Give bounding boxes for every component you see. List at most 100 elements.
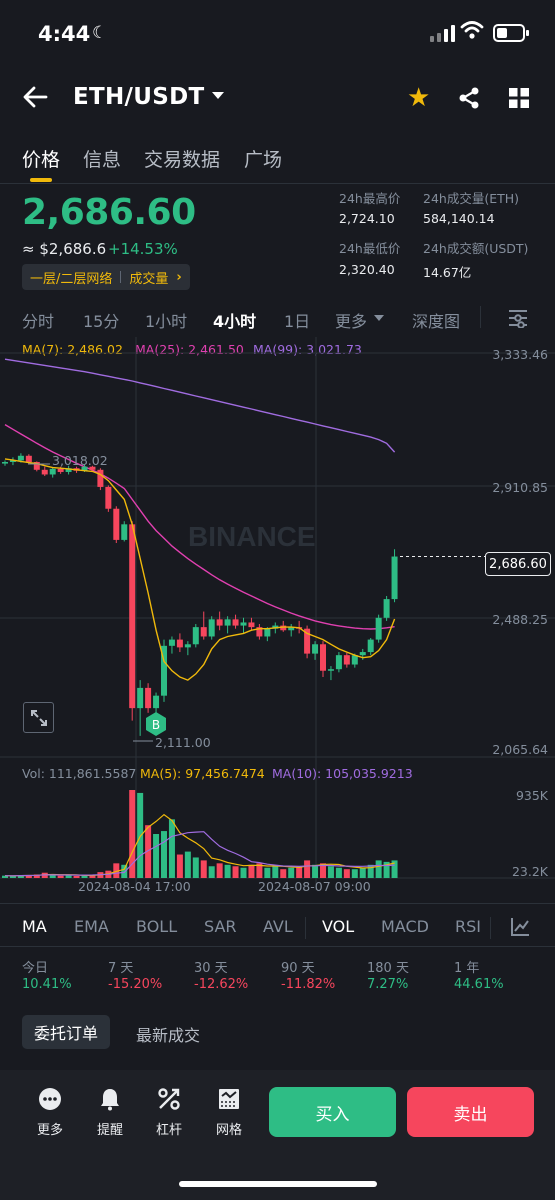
indicator-boll[interactable]: BOLL <box>136 917 177 936</box>
margin-button[interactable]: 杠杆 <box>143 1087 195 1138</box>
volume-bar <box>288 867 295 878</box>
favorite-star-icon[interactable]: ★ <box>407 84 430 112</box>
interval-15m[interactable]: 15分 <box>83 308 119 332</box>
tag-pill[interactable]: 一层/二层网络 成交量 › <box>22 264 190 290</box>
volume-bar <box>359 867 366 878</box>
indicator-vol[interactable]: VOL <box>322 917 354 936</box>
volume-bar <box>176 854 183 878</box>
tab-price[interactable]: 价格 <box>22 145 60 172</box>
tab-info[interactable]: 信息 <box>83 145 121 172</box>
volume-bar <box>129 790 136 878</box>
alert-button[interactable]: 提醒 <box>84 1087 136 1138</box>
tag-volume[interactable]: 成交量 <box>129 268 168 287</box>
high-label: 24h最高价 <box>339 191 401 206</box>
indicator-ema[interactable]: EMA <box>74 917 109 936</box>
volume-bar <box>240 867 247 878</box>
volume-bar <box>216 863 223 878</box>
chevron-right-icon: › <box>176 269 182 285</box>
grid-trading-button[interactable]: 网格 <box>203 1087 255 1138</box>
buy-marker: B <box>146 712 166 736</box>
low-marker: 2,111.00 <box>155 735 211 750</box>
candle-body <box>121 524 128 540</box>
more-dots-icon <box>39 1088 61 1110</box>
candle-body <box>327 669 334 671</box>
candle-body <box>97 469 104 487</box>
share-icon[interactable] <box>457 86 481 114</box>
candle-body <box>200 627 207 637</box>
grid-menu-icon[interactable] <box>509 88 529 112</box>
volume-bar <box>375 860 382 878</box>
interval-1h[interactable]: 1小时 <box>145 308 187 332</box>
interval-4h[interactable]: 4小时 <box>213 308 256 332</box>
caret-down-icon[interactable] <box>212 92 224 99</box>
tab-square[interactable]: 广场 <box>244 145 282 172</box>
indicator-macd[interactable]: MACD <box>381 917 429 936</box>
candle-body <box>320 644 326 671</box>
home-indicator <box>179 1181 377 1187</box>
perf-label-today: 今日 <box>22 961 49 976</box>
interval-time[interactable]: 分时 <box>22 308 54 332</box>
usd-value: ≈ $2,686.6 <box>22 240 107 258</box>
tag-separator <box>120 271 122 283</box>
interval-1d[interactable]: 1日 <box>284 308 310 332</box>
candle-body <box>41 469 48 475</box>
battery-icon <box>493 24 529 42</box>
candle-body <box>145 687 152 709</box>
buy-button[interactable]: 买入 <box>269 1087 396 1137</box>
high-value: 2,724.10 <box>339 211 395 226</box>
caret-down-icon[interactable] <box>374 315 384 321</box>
back-arrow-icon[interactable] <box>22 85 48 113</box>
volume-bar <box>161 831 167 878</box>
bell-icon <box>101 1089 119 1111</box>
candle-body <box>335 655 342 670</box>
perf-label-7d: 7 天 <box>108 961 134 976</box>
perf-value-180d: 7.27% <box>367 977 409 992</box>
vol-usdt-label: 24h成交额(USDT) <box>423 241 529 256</box>
indicator-settings-icon[interactable] <box>510 917 530 941</box>
tab-trading-data[interactable]: 交易数据 <box>144 145 220 172</box>
status-bar: 4:44 ☾ <box>0 0 555 70</box>
vol-ma5-legend: MA(5): 97,456.7474 <box>140 766 265 781</box>
candle-body <box>113 508 120 540</box>
volume-bar <box>272 866 279 878</box>
volume-bar <box>208 866 215 878</box>
price-axis-label: 2,910.85 <box>492 480 548 495</box>
sell-button[interactable]: 卖出 <box>407 1087 534 1137</box>
candle-body <box>105 486 112 509</box>
volume-bar <box>168 819 175 878</box>
candle-body <box>153 695 160 709</box>
volume-bar <box>264 867 271 878</box>
tag-layer[interactable]: 一层/二层网络 <box>30 268 112 287</box>
more-button[interactable]: 更多 <box>24 1087 76 1138</box>
indicator-rsi[interactable]: RSI <box>455 917 481 936</box>
candle-body <box>359 652 366 656</box>
cellular-signal-icon <box>430 24 455 42</box>
vol-eth-value: 584,140.14 <box>423 211 495 226</box>
tab-open-orders[interactable]: 委托订单 <box>22 1015 111 1049</box>
indicator-sar[interactable]: SAR <box>204 917 237 936</box>
vol-eth-label: 24h成交量(ETH) <box>423 191 520 206</box>
pair-selector[interactable]: ETH/USDT <box>73 84 204 110</box>
candlestick-chart[interactable]: BINANCE 3,018.02 2,111.00 B 3,333.46 2,9… <box>0 335 555 895</box>
status-time: 4:44 <box>38 22 91 46</box>
interval-depth[interactable]: 深度图 <box>412 308 460 332</box>
buy-marker-label: B <box>152 718 160 732</box>
interval-more[interactable]: 更多 <box>335 308 367 332</box>
chart-settings-icon[interactable] <box>508 308 528 332</box>
low-label: 24h最低价 <box>339 241 401 256</box>
candle-body <box>375 617 382 640</box>
perf-value-7d: -15.20% <box>108 977 163 992</box>
margin-label: 杠杆 <box>155 1123 182 1138</box>
expand-icon[interactable] <box>23 702 54 733</box>
indicator-avl[interactable]: AVL <box>263 917 293 936</box>
indicator-ma[interactable]: MA <box>22 917 47 936</box>
volume-axis-label: 23.2K <box>512 864 549 879</box>
low-value: 2,320.40 <box>339 262 395 277</box>
ma99-path <box>4 358 396 453</box>
divider <box>480 306 481 328</box>
tab-latest-trades[interactable]: 最新成交 <box>136 1022 200 1046</box>
candle-body <box>216 619 223 626</box>
volume-bar <box>327 866 334 878</box>
perf-label-30d: 30 天 <box>194 961 228 976</box>
volume-bar <box>304 860 311 878</box>
